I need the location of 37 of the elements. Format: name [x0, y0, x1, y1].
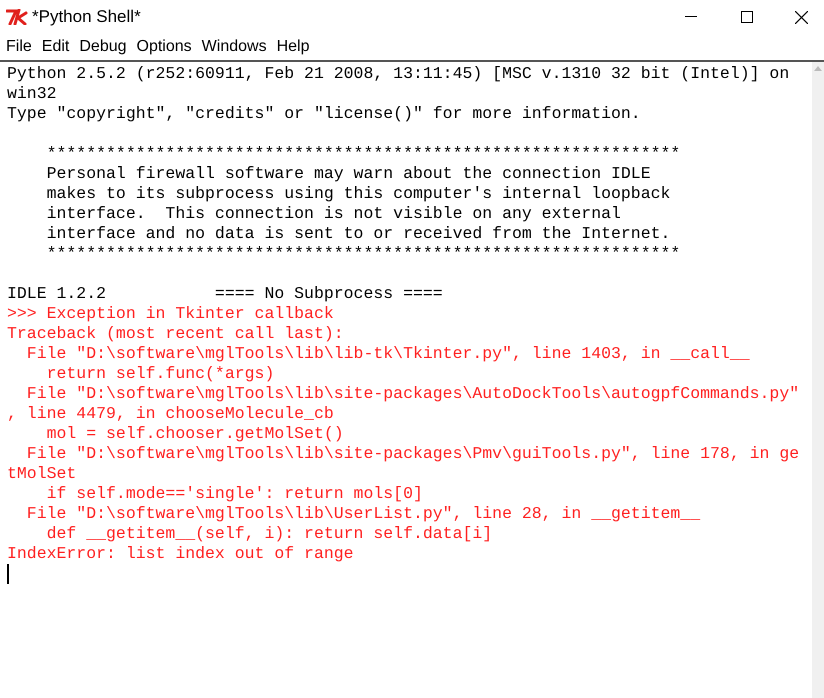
error-line: def __getitem__(self, i): return self.data[i]: [46, 524, 492, 543]
window-title: *Python Shell*: [32, 6, 141, 28]
menu-item[interactable]: Edit: [38, 35, 74, 59]
error-line: return self.func(*args): [46, 364, 274, 383]
output-line: interface and no data is sent to or received from the Internet.: [46, 224, 670, 243]
maximize-icon: [741, 11, 753, 23]
error-line: File "D:\software\mglTools\lib\UserList.py", line 28, in __getitem__: [26, 504, 700, 523]
error-line: File "D:\software\mglTools\lib\site-packages\AutoDockTools\autogpfCommands.py": [26, 384, 800, 403]
output-line: ****************************************************************: [46, 244, 680, 263]
error-line: if self.mode=='single': return mols[0]: [46, 484, 423, 503]
menu-item[interactable]: Help: [272, 35, 314, 59]
output-line: interface. This connection is not visible on any external: [46, 204, 621, 223]
output-line: Personal firewall software may warn about the connection IDLE: [46, 164, 651, 183]
menu-item[interactable]: Options: [132, 35, 196, 59]
close-icon: [794, 10, 808, 24]
error-line: , line 4479, in chooseMolecule_cb: [7, 404, 334, 423]
tk-feather-icon: [6, 9, 28, 25]
output-line: IDLE 1.2.2 ==== No Subprocess ====: [7, 284, 443, 303]
menu-item[interactable]: Debug: [75, 35, 131, 59]
error-line: tMolSet: [7, 464, 76, 483]
error-line: File "D:\software\mglTools\lib\lib-tk\Tkinter.py", line 1403, in __call__: [26, 344, 750, 363]
menu-item[interactable]: File: [2, 35, 36, 59]
output-line: ****************************************************************: [46, 144, 680, 163]
error-line: IndexError: list index out of range: [7, 544, 354, 563]
text-cursor: [7, 564, 9, 584]
error-line: File "D:\software\mglTools\lib\site-packages\Pmv\guiTools.py", line 178, in ge: [26, 444, 800, 463]
output-line: Python 2.5.2 (r252:60911, Feb 21 2008, 13:11:45) [MSC v.1310 32 bit (Intel)] on: [7, 64, 790, 83]
output-line: makes to its subprocess using this computer's internal loopback: [46, 184, 670, 203]
error-line: Traceback (most recent call last):: [7, 324, 344, 343]
menu-item[interactable]: Windows: [198, 35, 271, 59]
error-line: >>> Exception in Tkinter callback: [7, 304, 334, 323]
scroll-up-icon[interactable]: [814, 66, 822, 71]
output-line: win32: [7, 84, 57, 103]
output-line: Type "copyright", "credits" or "license()" for more information.: [7, 104, 641, 123]
scrollbar[interactable]: [812, 62, 824, 698]
error-line: mol = self.chooser.getMolSet(): [46, 424, 344, 443]
minimize-icon: [685, 16, 697, 18]
